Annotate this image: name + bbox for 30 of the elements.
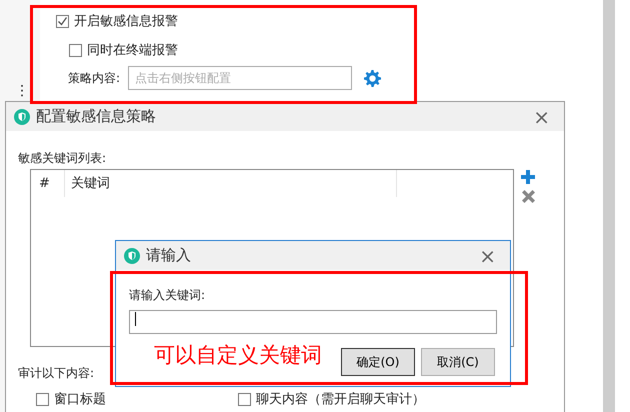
settings-icon[interactable] [364, 70, 382, 86]
shield-icon [124, 248, 140, 264]
checkbox[interactable] [238, 393, 251, 406]
column-header[interactable]: # [31, 170, 65, 197]
checkbox-label: 开启敏感信息报警 [74, 13, 178, 31]
more-icon[interactable]: ⋮ [15, 84, 29, 98]
scrollbar[interactable] [603, 0, 615, 412]
window-title: 配置敏感信息策略 [36, 106, 156, 128]
input-field[interactable] [129, 310, 497, 334]
text-cursor [135, 312, 136, 326]
dialog-button[interactable]: 确定(O) [341, 348, 415, 376]
list-label: 敏感关键词列表: [18, 150, 106, 167]
checkbox-label: 窗口标题 [54, 391, 106, 409]
checkbox[interactable] [36, 393, 49, 406]
checkbox[interactable] [56, 15, 69, 28]
delete-icon[interactable] [522, 190, 535, 203]
shield-icon [14, 108, 30, 124]
section-label: 审计以下内容: [18, 365, 94, 382]
column-header[interactable]: 关键词 [65, 170, 397, 197]
add-icon[interactable] [521, 170, 535, 184]
close-button[interactable]: × [473, 246, 502, 266]
checkbox-label: 聊天内容（需开启聊天审计） [256, 391, 425, 409]
window-title: 请输入 [146, 245, 191, 266]
dialog-button[interactable]: 取消(C) [421, 348, 495, 376]
checkbox[interactable] [69, 44, 82, 58]
field-label: 策略内容: [68, 70, 120, 87]
prompt-label: 请输入关键词: [129, 287, 206, 304]
input-field[interactable]: 点击右侧按钮配置 [128, 66, 352, 90]
close-button[interactable]: × [527, 106, 556, 126]
checkbox-label: 同时在终端报警 [87, 42, 178, 60]
